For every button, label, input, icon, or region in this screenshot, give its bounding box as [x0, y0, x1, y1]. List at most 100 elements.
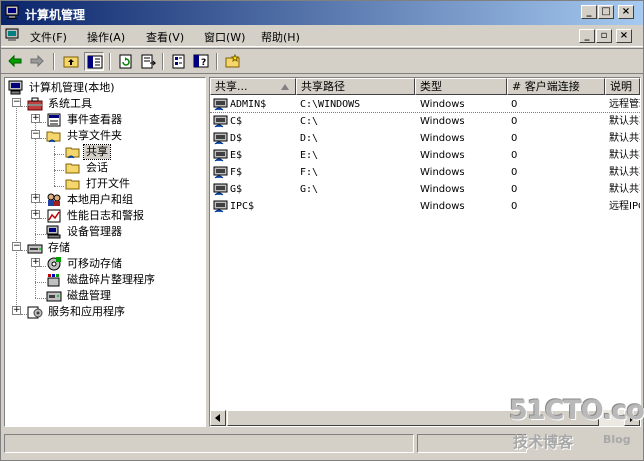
column-header-client-connections[interactable]: # 客户端连接: [507, 78, 605, 95]
tree-label: 共享: [83, 144, 111, 160]
collapse-toggle[interactable]: −: [31, 130, 40, 139]
tree-connector: [16, 98, 17, 315]
tree-item-local-users-groups[interactable]: 本地用户和组: [46, 192, 196, 208]
collapse-toggle[interactable]: −: [12, 98, 21, 107]
share-name: IPC$: [230, 201, 255, 212]
back-arrow-icon: [8, 54, 22, 68]
share-type: Windows: [420, 133, 465, 144]
console-window-icon[interactable]: [5, 28, 21, 43]
share-path: C:\: [300, 116, 319, 127]
tree-item-open-files[interactable]: 打开文件: [65, 176, 195, 192]
share-row[interactable]: D$ D:\ Windows 0 默认共享: [210, 130, 640, 147]
client-connections: 0: [511, 184, 518, 195]
client-connections: 0: [511, 201, 518, 212]
services-icon: [27, 306, 43, 319]
network-share-icon: [213, 98, 228, 111]
tree-item-disk-management[interactable]: 磁盘管理: [46, 288, 196, 304]
help-icon: ?: [193, 54, 209, 68]
share-type: Windows: [420, 184, 465, 195]
shares-list-view[interactable]: 共享... 共享路径 类型 # 客户端连接 说明 ADMIN$ C:\WINDOW…: [209, 77, 641, 427]
column-header-share-name[interactable]: 共享...: [210, 78, 296, 95]
menu-file[interactable]: 文件(F): [30, 29, 67, 45]
refresh-button[interactable]: [116, 52, 136, 71]
tree-connector: [35, 282, 46, 283]
child-minimize-button[interactable]: _: [579, 29, 595, 43]
menu-bar: 文件(F) 操作(A) 查看(V) 窗口(W) 帮助(H) _ ▫ ×: [1, 25, 643, 47]
computer-icon: [8, 80, 23, 95]
expand-toggle[interactable]: +: [31, 194, 40, 203]
properties-button[interactable]: [169, 52, 189, 71]
tree-connector: [54, 154, 64, 155]
share-row[interactable]: F$ F:\ Windows 0 默认共享: [210, 164, 640, 181]
svg-text:?: ?: [201, 58, 206, 68]
tree-item-computer-management[interactable]: 计算机管理(本地): [8, 80, 198, 96]
expand-toggle[interactable]: +: [12, 306, 21, 315]
child-close-button[interactable]: ×: [616, 29, 632, 43]
performance-icon: [47, 209, 61, 223]
back-button[interactable]: [5, 52, 25, 71]
tree-item-sessions[interactable]: 会话: [65, 160, 195, 176]
help-button[interactable]: ?: [191, 52, 211, 71]
expand-toggle[interactable]: +: [31, 114, 40, 123]
tree-label: 系统工具: [48, 97, 92, 110]
network-share-icon: [213, 183, 228, 196]
tree-label: 性能日志和警报: [67, 209, 144, 222]
removable-storage-icon: [47, 257, 61, 271]
tree-item-removable-storage[interactable]: 可移动存储: [46, 256, 196, 272]
share-description: 远程IPC: [609, 201, 640, 212]
minimize-button[interactable]: _: [581, 5, 597, 19]
forward-button[interactable]: [27, 52, 47, 71]
share-description: 默认共享: [609, 133, 640, 144]
share-row[interactable]: IPC$ Windows 0 远程IPC: [210, 198, 640, 215]
tree-item-services-applications[interactable]: 服务和应用程序: [27, 304, 197, 320]
restore-icon: ▫: [600, 30, 608, 41]
share-row[interactable]: C$ C:\ Windows 0 默认共享: [210, 113, 640, 130]
new-share-button[interactable]: [223, 52, 243, 71]
close-button[interactable]: ×: [618, 5, 634, 19]
network-share-icon: [213, 166, 228, 179]
tree-item-shared-folders[interactable]: 共享文件夹: [46, 128, 196, 144]
event-viewer-icon: [47, 113, 61, 127]
collapse-toggle[interactable]: −: [12, 242, 21, 251]
menu-window[interactable]: 窗口(W): [204, 29, 245, 45]
status-panel-main: [4, 434, 414, 453]
console-tree[interactable]: 计算机管理(本地) − 系统工具 + 事件查看器 − 共享文件夹 共享 会话 打…: [4, 77, 206, 427]
tree-item-device-manager[interactable]: 设备管理器: [46, 224, 196, 240]
column-header-type[interactable]: 类型: [415, 78, 507, 95]
title-bar[interactable]: 计算机管理 _ □ ×: [1, 1, 643, 25]
tree-item-disk-defragmenter[interactable]: 磁盘碎片整理程序: [46, 272, 201, 288]
tree-item-shares[interactable]: 共享: [65, 144, 195, 160]
menu-action[interactable]: 操作(A): [87, 29, 125, 45]
column-header-label: 共享...: [215, 80, 248, 93]
share-row[interactable]: ADMIN$ C:\WINDOWS Windows 0 远程管理: [210, 96, 640, 113]
up-one-level-button[interactable]: [61, 52, 81, 71]
share-row[interactable]: G$ G:\ Windows 0 默认共享: [210, 181, 640, 198]
column-header-description[interactable]: 说明: [605, 78, 640, 95]
expand-toggle[interactable]: +: [31, 210, 40, 219]
tree-item-performance-logs[interactable]: 性能日志和警报: [46, 208, 196, 224]
share-name: G$: [230, 184, 243, 195]
defragmenter-icon: [47, 274, 60, 287]
child-restore-button[interactable]: ▫: [596, 29, 612, 43]
tree-connector: [54, 170, 64, 171]
show-tree-icon: [87, 55, 103, 69]
tree-item-system-tools[interactable]: 系统工具: [27, 96, 197, 112]
scroll-left-button[interactable]: [210, 410, 226, 426]
share-row[interactable]: E$ E:\ Windows 0 默认共享: [210, 147, 640, 164]
expand-toggle[interactable]: +: [31, 258, 40, 267]
menu-help[interactable]: 帮助(H): [261, 29, 300, 45]
show-hide-tree-button[interactable]: [84, 52, 104, 71]
share-path: D:\: [300, 133, 319, 144]
maximize-button[interactable]: □: [598, 5, 614, 19]
watermark-blog: Blog: [603, 433, 631, 446]
toolbar-separator: [216, 53, 218, 70]
tree-item-storage[interactable]: 存储: [27, 240, 197, 256]
tree-label: 服务和应用程序: [48, 305, 125, 318]
menu-view[interactable]: 查看(V): [146, 29, 184, 45]
toolbar-separator: [109, 53, 111, 70]
export-list-button[interactable]: [138, 52, 158, 71]
share-name: F$: [230, 167, 243, 178]
tree-item-event-viewer[interactable]: 事件查看器: [46, 112, 196, 128]
column-header-share-path[interactable]: 共享路径: [296, 78, 415, 95]
share-type: Windows: [420, 99, 465, 110]
